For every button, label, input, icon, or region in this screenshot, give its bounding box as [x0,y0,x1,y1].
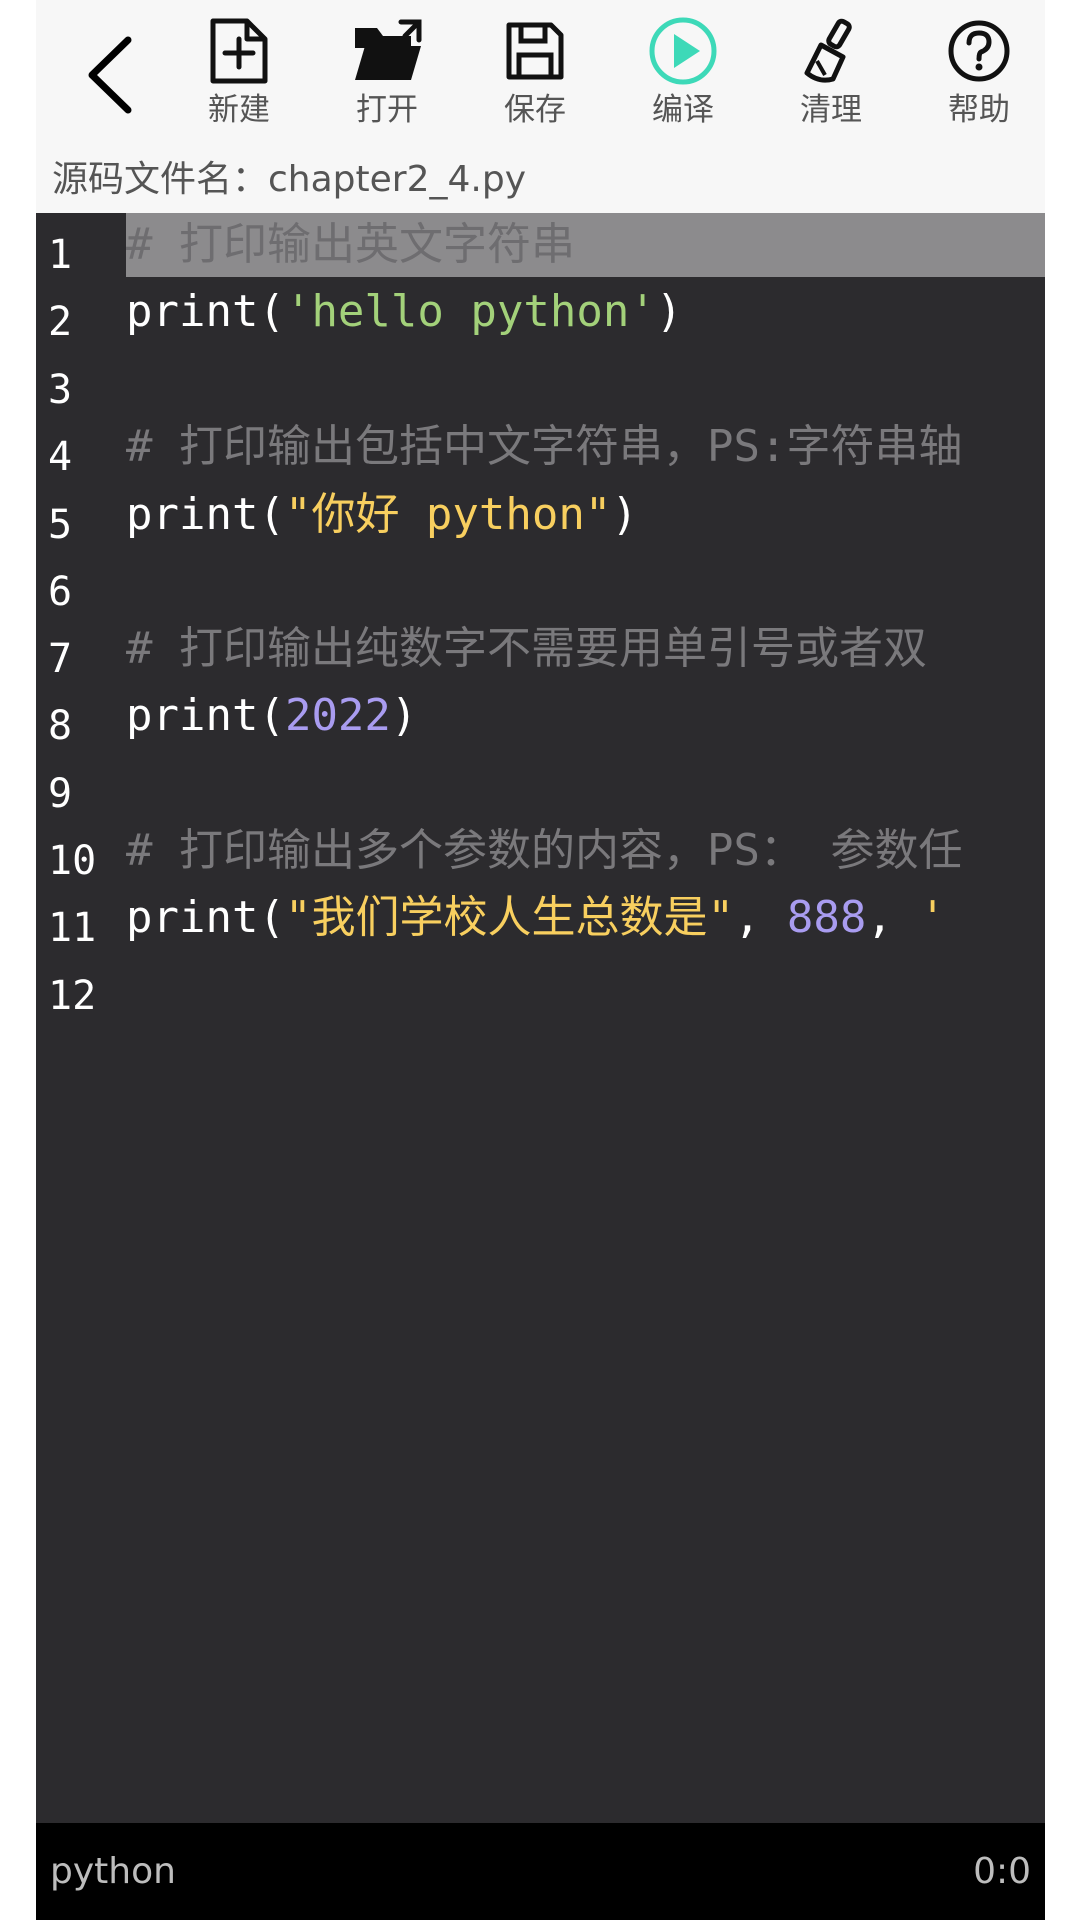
code-line[interactable]: print(2022) [126,684,1045,748]
code-line[interactable] [126,954,1045,1018]
code-line[interactable] [126,550,1045,614]
line-number: 10 [48,838,97,884]
line-number: 11 [48,905,97,951]
help-icon [942,14,1016,88]
help-label: 帮助 [948,92,1010,128]
editor-app: 新建 打开 保存 编译 清理 帮助 源码文件名：chapter2_4.py 1 … [36,0,1045,1920]
save-icon [498,14,572,88]
new-label: 新建 [208,92,270,128]
code-token: 'hello python' [284,286,656,337]
line-number: 5 [48,502,73,548]
filename-label: 源码文件名： [52,159,269,200]
line-number: 4 [48,434,73,480]
code-token: ) [390,690,418,741]
code-token: # 打印输出英文字符串 [126,219,575,270]
code-line[interactable]: print('hello python') [126,280,1045,344]
code-token: # 打印输出包括中文字符串，PS:字符串轴 [126,421,963,472]
code-line[interactable]: # 打印输出英文字符串 [126,213,1045,277]
code-token: ' [919,892,946,943]
compile-button[interactable]: 编译 [623,14,743,134]
code-editor[interactable]: 1 2 3 4 5 6 7 8 9 10 11 12 # 打印输出英文字符串 pr… [36,213,1045,1823]
help-button[interactable]: 帮助 [919,14,1039,134]
save-label: 保存 [504,92,566,128]
new-file-icon [202,14,276,88]
line-number: 6 [48,569,73,615]
language-indicator: python [50,1851,176,1892]
line-number: 12 [48,973,97,1019]
back-arrow-icon [88,36,132,114]
brush-clean-icon [794,14,868,88]
code-line[interactable] [126,348,1045,412]
clean-label: 清理 [800,92,862,128]
cursor-position: 0:0 [973,1851,1031,1892]
new-button[interactable]: 新建 [179,14,299,134]
code-line[interactable]: # 打印输出多个参数的内容，PS： 参数任 [126,819,1045,883]
toolbar: 新建 打开 保存 编译 清理 帮助 [36,0,1045,140]
line-number: 7 [48,636,73,682]
line-number: 2 [48,299,73,345]
code-token: ) [655,286,683,337]
code-line[interactable]: print("你好 python") [126,483,1045,547]
code-token: # 打印输出多个参数的内容，PS： 参数任 [126,825,963,876]
line-number: 3 [48,367,73,413]
save-button[interactable]: 保存 [475,14,595,134]
code-line[interactable]: # 打印输出纯数字不需要用单引号或者双 [126,617,1045,681]
code-token: "你好 python" [284,489,612,540]
code-token: print( [126,892,285,943]
line-number: 1 [48,232,73,278]
code-token: 888 [786,892,867,943]
compile-label: 编译 [652,92,714,128]
code-token: print( [126,489,285,540]
play-compile-icon [646,14,720,88]
open-folder-icon [350,14,424,88]
back-button[interactable] [70,30,150,120]
code-token: print( [126,690,285,741]
line-number: 8 [48,703,73,749]
line-number: 9 [48,771,73,817]
code-token: "我们学校人生总数是" [284,892,734,943]
clean-button[interactable]: 清理 [771,14,891,134]
filename-row: 源码文件名：chapter2_4.py [52,150,526,202]
code-line[interactable]: # 打印输出包括中文字符串，PS:字符串轴 [126,415,1045,479]
status-bar: python 0:0 [36,1823,1045,1920]
code-line[interactable]: print("我们学校人生总数是", 888, ' [126,886,1045,950]
code-token: ) [611,489,638,540]
code-token: , [733,892,787,943]
code-token: # 打印输出纯数字不需要用单引号或者双 [126,623,927,674]
code-token: print( [126,286,285,337]
filename-value: chapter2_4.py [268,159,527,200]
code-token: 2022 [284,690,391,741]
code-token: , [866,892,920,943]
open-button[interactable]: 打开 [327,14,447,134]
code-line[interactable] [126,752,1045,816]
open-label: 打开 [356,92,418,128]
